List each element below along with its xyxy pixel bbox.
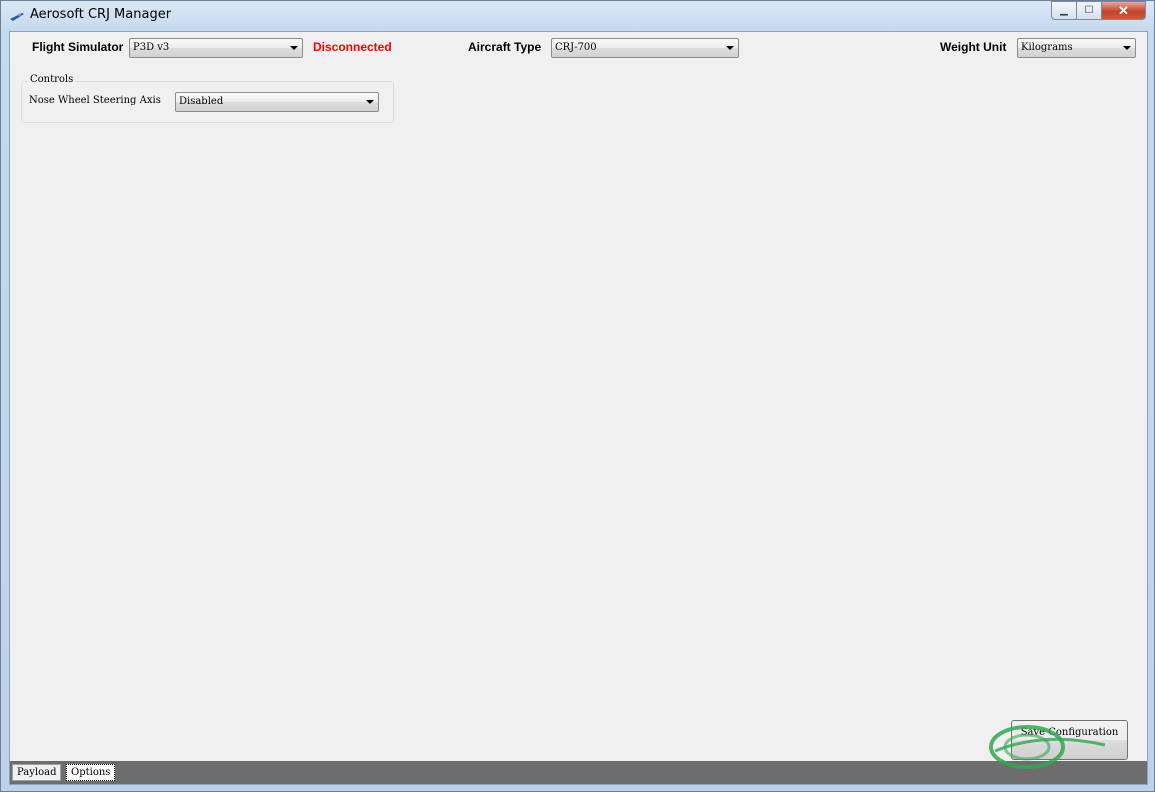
nose-wheel-steering-value: Disabled bbox=[179, 96, 224, 107]
tab-payload[interactable]: Payload bbox=[12, 764, 62, 781]
controls-groupbox: Controls Nose Wheel Steering Axis Disabl… bbox=[21, 74, 394, 123]
chevron-down-icon bbox=[726, 46, 734, 50]
aircraft-type-select[interactable]: CRJ-700 bbox=[551, 38, 739, 58]
weight-unit-value: Kilograms bbox=[1021, 42, 1073, 53]
window-title: Aerosoft CRJ Manager bbox=[30, 7, 172, 22]
chevron-down-icon bbox=[366, 100, 374, 104]
flight-simulator-select[interactable]: P3D v3 bbox=[129, 38, 303, 58]
title-bar[interactable]: Aerosoft CRJ Manager ▁ ☐ ✕ bbox=[1, 1, 1154, 31]
nose-wheel-steering-select[interactable]: Disabled bbox=[175, 92, 379, 112]
flight-simulator-label: Flight Simulator bbox=[32, 40, 124, 54]
chevron-down-icon bbox=[290, 46, 298, 50]
tab-strip: Payload Options bbox=[10, 761, 1147, 784]
weight-unit-label: Weight Unit bbox=[940, 40, 1007, 54]
minimize-icon: ▁ bbox=[1060, 5, 1068, 16]
minimize-button[interactable]: ▁ bbox=[1051, 1, 1077, 20]
flight-simulator-value: P3D v3 bbox=[133, 42, 170, 53]
weight-unit-select[interactable]: Kilograms bbox=[1017, 38, 1136, 58]
controls-group-title: Controls bbox=[28, 74, 76, 85]
airplane-icon bbox=[10, 13, 24, 21]
client-area: Flight Simulator P3D v3 Disconnected Air… bbox=[9, 31, 1148, 785]
top-toolbar: Flight Simulator P3D v3 Disconnected Air… bbox=[10, 32, 1147, 62]
maximize-icon: ☐ bbox=[1084, 5, 1094, 16]
app-window: Aerosoft CRJ Manager ▁ ☐ ✕ Flight Simula… bbox=[0, 0, 1155, 792]
chevron-down-icon bbox=[1123, 46, 1131, 50]
window-controls: ▁ ☐ ✕ bbox=[1051, 1, 1146, 21]
save-configuration-button[interactable]: Save Configuration bbox=[1011, 720, 1128, 760]
aircraft-type-value: CRJ-700 bbox=[555, 42, 597, 53]
close-button[interactable]: ✕ bbox=[1102, 1, 1146, 20]
maximize-button[interactable]: ☐ bbox=[1077, 1, 1102, 20]
connection-status: Disconnected bbox=[313, 40, 392, 54]
tab-options[interactable]: Options bbox=[66, 764, 116, 781]
nose-wheel-steering-label: Nose Wheel Steering Axis bbox=[29, 95, 161, 106]
aircraft-type-label: Aircraft Type bbox=[468, 40, 542, 54]
close-icon: ✕ bbox=[1118, 2, 1129, 18]
